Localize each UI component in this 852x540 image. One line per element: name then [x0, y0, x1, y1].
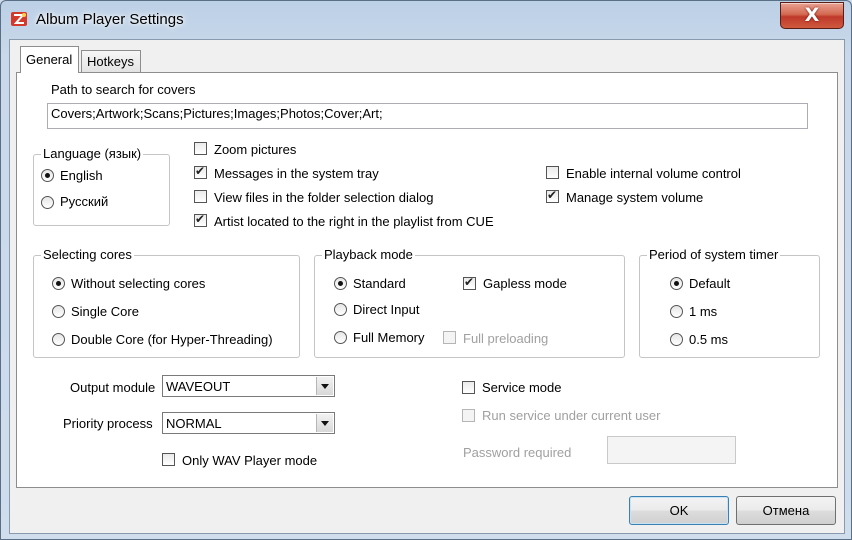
full-preloading-checkbox[interactable] [443, 331, 456, 344]
cancel-button[interactable]: Отмена [736, 496, 836, 525]
tab-hotkeys[interactable]: Hotkeys [81, 50, 141, 72]
internal-volume-checkbox[interactable] [546, 166, 559, 179]
radio-timer-1ms-label[interactable]: 1 ms [689, 304, 717, 319]
ok-button[interactable]: OK [629, 496, 729, 525]
internal-volume-label[interactable]: Enable internal volume control [566, 166, 741, 181]
service-mode-label[interactable]: Service mode [482, 380, 561, 395]
tray-messages-checkbox[interactable] [194, 164, 207, 179]
password-input[interactable] [607, 436, 736, 464]
radio-russian[interactable] [41, 196, 54, 209]
system-volume-label[interactable]: Manage system volume [566, 190, 703, 205]
window-frame: Album Player Settings X General Hotkeys … [0, 0, 852, 540]
radio-timer-1ms[interactable] [670, 305, 683, 318]
close-button[interactable]: X [780, 2, 844, 29]
zoom-pictures-label[interactable]: Zoom pictures [214, 142, 296, 157]
password-label: Password required [463, 445, 572, 460]
priority-label: Priority process [63, 416, 153, 431]
radio-double-core-label[interactable]: Double Core (for Hyper-Threading) [71, 332, 273, 347]
gapless-checkbox[interactable] [463, 275, 476, 290]
gapless-label[interactable]: Gapless mode [483, 276, 567, 291]
only-wav-checkbox[interactable] [162, 453, 175, 466]
cores-group: Selecting cores Without selecting cores … [33, 247, 300, 358]
service-mode-checkbox[interactable] [462, 381, 475, 394]
radio-no-cores-label[interactable]: Without selecting cores [71, 276, 205, 291]
covers-path-input[interactable]: Covers;Artwork;Scans;Pictures;Images;Pho… [47, 103, 808, 129]
chevron-down-icon[interactable] [316, 414, 333, 432]
radio-english[interactable] [41, 169, 54, 182]
view-files-checkbox[interactable] [194, 190, 207, 203]
radio-timer-05ms-label[interactable]: 0.5 ms [689, 332, 728, 347]
output-module-label: Output module [70, 380, 156, 395]
radio-single-core-label[interactable]: Single Core [71, 304, 139, 319]
radio-full-memory-label[interactable]: Full Memory [353, 330, 425, 345]
run-as-user-label[interactable]: Run service under current user [482, 408, 660, 423]
language-group-title: Language (язык) [41, 146, 144, 161]
dialog-client-area: General Hotkeys Path to search for cover… [9, 39, 845, 534]
playback-group-title: Playback mode [322, 247, 415, 262]
radio-timer-default[interactable] [670, 277, 683, 290]
language-group: Language (язык) English Русский [33, 146, 170, 226]
covers-path-label: Path to search for covers [51, 82, 196, 97]
zoom-pictures-checkbox[interactable] [194, 142, 207, 155]
only-wav-label[interactable]: Only WAV Player mode [182, 453, 317, 468]
chevron-down-icon[interactable] [316, 377, 333, 395]
radio-full-memory[interactable] [334, 331, 347, 344]
radio-single-core[interactable] [52, 305, 65, 318]
timer-group-title: Period of system timer [647, 247, 781, 262]
title-bar[interactable]: Album Player Settings X [1, 1, 852, 39]
covers-path-value: Covers;Artwork;Scans;Pictures;Images;Pho… [51, 106, 383, 121]
tab-general[interactable]: General [20, 46, 79, 73]
radio-direct-input[interactable] [334, 303, 347, 316]
radio-timer-default-label[interactable]: Default [689, 276, 730, 291]
radio-russian-label[interactable]: Русский [60, 194, 108, 209]
radio-timer-05ms[interactable] [670, 333, 683, 346]
radio-double-core[interactable] [52, 333, 65, 346]
timer-group: Period of system timer Default 1 ms 0.5 … [639, 247, 820, 358]
full-preloading-label[interactable]: Full preloading [463, 331, 548, 346]
priority-value: NORMAL [166, 416, 222, 431]
run-as-user-checkbox[interactable] [462, 409, 475, 422]
priority-select[interactable]: NORMAL [162, 412, 335, 434]
radio-standard[interactable] [334, 277, 347, 290]
playback-group: Playback mode Standard Direct Input Full… [314, 247, 625, 358]
output-module-value: WAVEOUT [166, 379, 231, 394]
system-volume-checkbox[interactable] [546, 188, 559, 203]
artist-right-label[interactable]: Artist located to the right in the playl… [214, 214, 494, 229]
general-tab-panel: Path to search for covers Covers;Artwork… [16, 72, 838, 488]
app-icon [11, 12, 27, 26]
tray-messages-label[interactable]: Messages in the system tray [214, 166, 379, 181]
window-title: Album Player Settings [36, 11, 184, 28]
view-files-label[interactable]: View files in the folder selection dialo… [214, 190, 433, 205]
radio-no-cores[interactable] [52, 277, 65, 290]
radio-english-label[interactable]: English [60, 168, 103, 183]
close-icon: X [804, 4, 820, 26]
cores-group-title: Selecting cores [41, 247, 134, 262]
artist-right-checkbox[interactable] [194, 212, 207, 227]
radio-direct-input-label[interactable]: Direct Input [353, 302, 419, 317]
output-module-select[interactable]: WAVEOUT [162, 375, 335, 397]
radio-standard-label[interactable]: Standard [353, 276, 406, 291]
